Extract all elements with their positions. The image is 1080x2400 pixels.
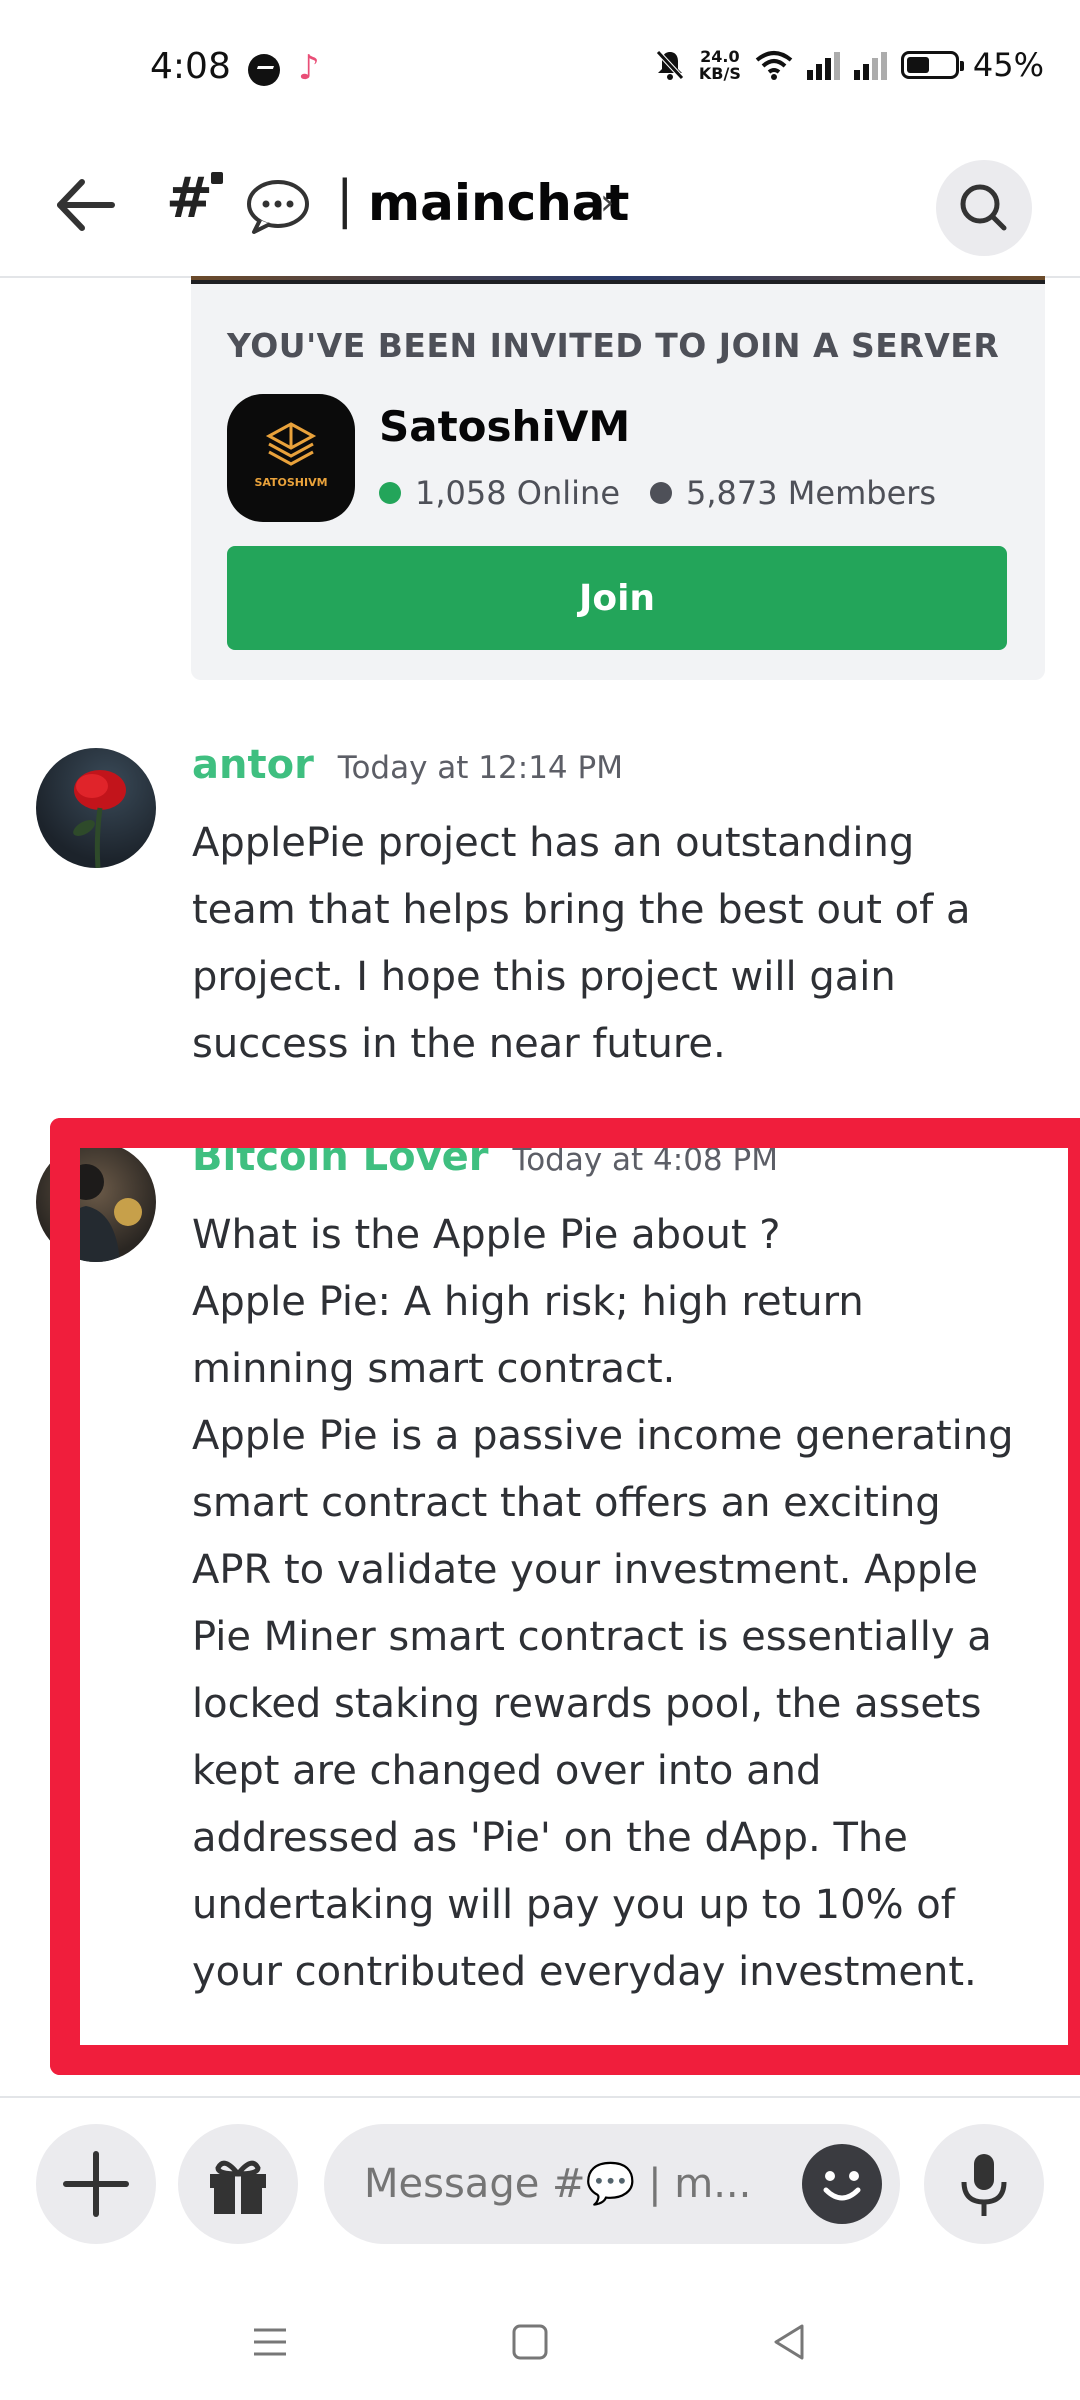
message-line: ApplePie project has an outstanding bbox=[192, 820, 915, 866]
speech-bubble-icon bbox=[247, 180, 309, 234]
message-header: antor Today at 12:14 PM bbox=[192, 742, 623, 788]
message-composer bbox=[0, 2096, 1080, 2288]
svg-text:SATOSHIVM: SATOSHIVM bbox=[254, 476, 327, 489]
net-speed-value: 24.0 bbox=[700, 47, 740, 66]
server-name: SatoshiVM bbox=[379, 402, 631, 451]
messenger-icon bbox=[248, 54, 280, 86]
invite-heading: YOU'VE BEEN INVITED TO JOIN A SERVER bbox=[227, 326, 1000, 365]
message-line: locked staking rewards pool, the assets bbox=[192, 1681, 982, 1727]
members-dot-icon bbox=[650, 482, 672, 504]
channel-header: # | mainchat › bbox=[0, 140, 1080, 278]
message-line: kept are changed over into and bbox=[192, 1748, 822, 1794]
voice-message-button[interactable] bbox=[924, 2124, 1044, 2244]
home-icon[interactable] bbox=[502, 2314, 558, 2370]
member-count: 5,873 Members bbox=[686, 474, 937, 512]
server-icon[interactable]: SATOSHIVM bbox=[227, 394, 355, 522]
join-button[interactable]: Join bbox=[227, 546, 1007, 650]
channel-separator: | bbox=[336, 170, 354, 230]
avatar[interactable] bbox=[36, 748, 156, 868]
server-invite-card: YOU'VE BEEN INVITED TO JOIN A SERVER SAT… bbox=[191, 284, 1045, 680]
embed-image-strip bbox=[191, 276, 1045, 280]
message-line: success in the near future. bbox=[192, 1021, 726, 1067]
message-line: smart contract that offers an exciting bbox=[192, 1480, 941, 1526]
arrow-left-icon[interactable] bbox=[50, 170, 120, 240]
wifi-icon bbox=[755, 51, 793, 80]
message-line: your contributed everyday investment. bbox=[192, 1949, 977, 1995]
system-nav-bar bbox=[0, 2286, 1080, 2400]
message-line: undertaking will pay you up to 10% of bbox=[192, 1882, 955, 1928]
battery-percent: 45% bbox=[972, 46, 1044, 84]
message-line: team that helps bring the best out of a bbox=[192, 887, 971, 933]
net-speed-unit: KB/S bbox=[698, 64, 741, 83]
message-body: ApplePie project has an outstanding team… bbox=[192, 810, 1052, 1078]
mute-icon bbox=[656, 50, 684, 80]
search-icon bbox=[960, 184, 1007, 231]
server-stats: 1,058 Online 5,873 Members bbox=[379, 474, 936, 512]
message-timestamp: Today at 4:08 PM bbox=[512, 1142, 778, 1178]
server-logo-icon: SATOSHIVM bbox=[254, 422, 328, 489]
signal-icon bbox=[853, 50, 887, 80]
add-attachment-button[interactable] bbox=[36, 2124, 156, 2244]
microphone-icon bbox=[961, 2154, 1007, 2216]
battery-icon bbox=[900, 51, 964, 79]
locked-hash-icon: # bbox=[166, 166, 223, 231]
gift-icon bbox=[210, 2160, 266, 2214]
message-timestamp: Today at 12:14 PM bbox=[337, 750, 623, 786]
status-time: 4:08 bbox=[150, 46, 231, 87]
smile-icon bbox=[823, 2171, 861, 2201]
menu-icon[interactable] bbox=[242, 2314, 298, 2370]
message-line: Pie Miner smart contract is essentially … bbox=[192, 1614, 992, 1660]
person-avatar-icon bbox=[56, 1164, 142, 1262]
author-name[interactable]: Bitcoin Lover bbox=[192, 1134, 489, 1180]
message-line: addressed as 'Pie' on the dApp. The bbox=[192, 1815, 908, 1861]
message-line: project. I hope this project will gain bbox=[192, 954, 896, 1000]
author-name[interactable]: antor bbox=[192, 742, 314, 788]
message-line: APR to validate your investment. Apple bbox=[192, 1547, 979, 1593]
plus-icon bbox=[63, 2151, 129, 2217]
online-dot-icon bbox=[379, 482, 401, 504]
net-speed: 24.0 KB/S bbox=[699, 48, 741, 82]
status-bar: 4:08 ♪ 24.0 KB/S 45% bbox=[0, 0, 1080, 140]
status-icons: 24.0 KB/S 45% bbox=[655, 46, 1044, 84]
message-line: minning smart contract. bbox=[192, 1346, 676, 1392]
gift-button[interactable] bbox=[178, 2124, 298, 2244]
signal-icon bbox=[806, 50, 840, 80]
emoji-button[interactable] bbox=[802, 2144, 882, 2224]
message-line: What is the Apple Pie about ? bbox=[192, 1212, 781, 1258]
message-line: Apple Pie is a passive income generating bbox=[192, 1413, 1014, 1459]
tiktok-icon: ♪ bbox=[298, 48, 320, 88]
chevron-right-icon[interactable]: › bbox=[600, 182, 614, 223]
rose-avatar-icon bbox=[73, 770, 126, 868]
message-line: Apple Pie: A high risk; high return bbox=[192, 1279, 864, 1325]
channel-title[interactable]: mainchat bbox=[368, 174, 629, 232]
back-triangle-icon[interactable] bbox=[762, 2314, 818, 2370]
search-button[interactable] bbox=[936, 160, 1032, 256]
online-count: 1,058 Online bbox=[415, 474, 620, 512]
message-header: Bitcoin Lover Today at 4:08 PM bbox=[192, 1134, 778, 1180]
avatar[interactable] bbox=[36, 1142, 156, 1262]
message-body: What is the Apple Pie about ? Apple Pie:… bbox=[192, 1202, 1052, 2006]
